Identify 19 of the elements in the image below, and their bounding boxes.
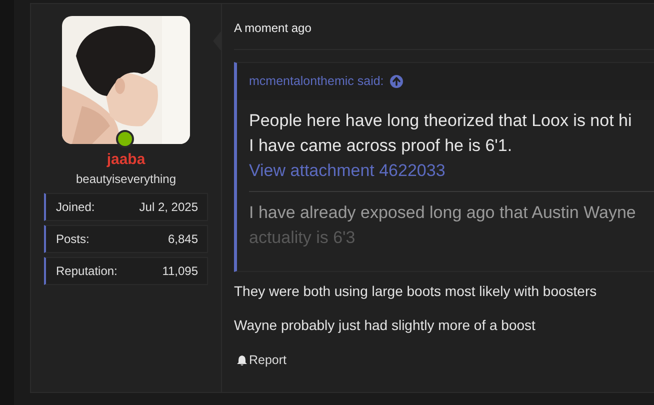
quote-text: I have came across proof he is 6'1. — [249, 135, 514, 157]
message-text: Wayne probably just had slightly more of a boost — [234, 316, 536, 334]
stat-label: Posts: — [56, 232, 90, 246]
stat-value: Jul 2, 2025 — [139, 200, 198, 214]
stat-value: 6,845 — [168, 232, 198, 246]
stat-value: 11,095 — [162, 264, 198, 278]
quote-text: I have already exposed long ago that Austin Wayne — [249, 202, 637, 224]
stat-label: Reputation: — [56, 264, 118, 278]
jump-up-icon[interactable] — [390, 74, 403, 88]
quote-text: People here have long theorized that Loox is not hi — [249, 110, 633, 132]
user-title: beautyiseverything — [76, 172, 176, 186]
stat-label: Joined: — [56, 200, 95, 214]
username[interactable]: jaaba — [106, 151, 146, 168]
attachment-link[interactable]: View attachment 4622033 — [249, 158, 446, 183]
message-text: They were both using large boots most likely with boosters — [234, 282, 598, 300]
bell-icon — [237, 354, 247, 366]
post-time[interactable]: A moment ago — [234, 4, 312, 35]
quote-author[interactable]: mcmentalonthemic said: — [249, 74, 384, 88]
report-button[interactable]: Report — [234, 353, 287, 367]
